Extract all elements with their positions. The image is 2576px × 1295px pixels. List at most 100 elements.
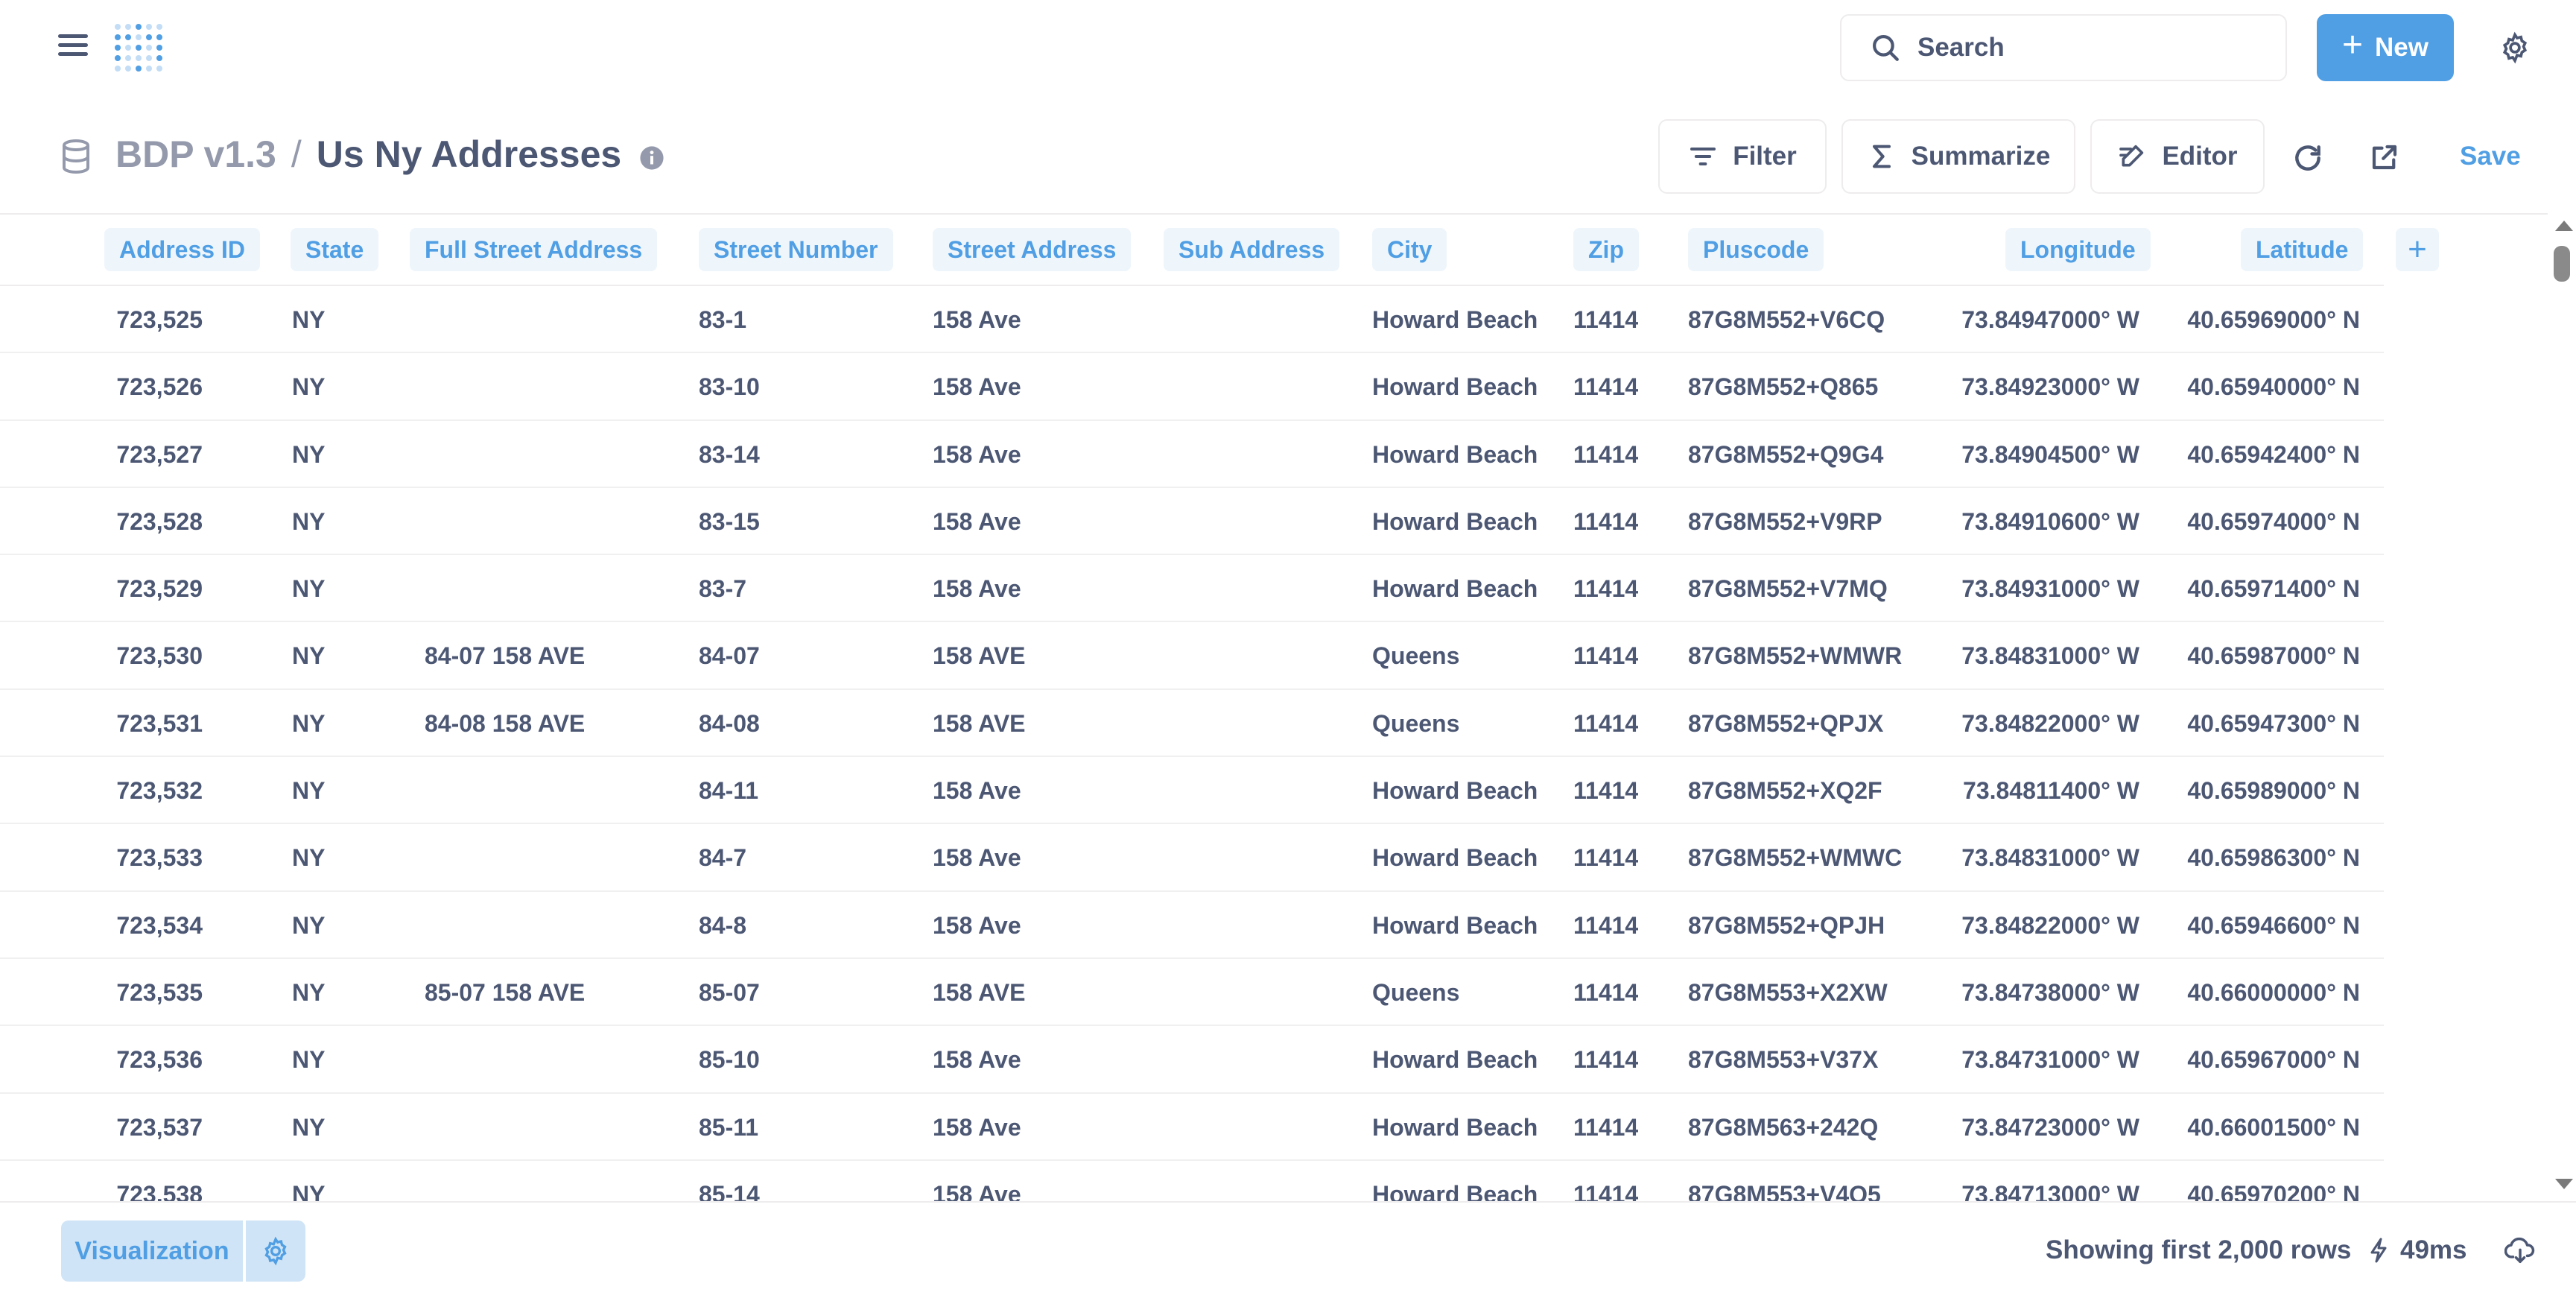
cell-zip[interactable]: 11414 — [1573, 824, 1638, 891]
cell-longitude[interactable]: 73.84831000° W — [1961, 622, 2139, 689]
cell-street-address[interactable]: 158 AVE — [933, 959, 1026, 1026]
cell-full-street-address[interactable]: 84-08 158 AVE — [425, 690, 585, 757]
cell-address-id[interactable]: 723,528 — [116, 488, 203, 555]
cell-address-id[interactable]: 723,537 — [116, 1094, 203, 1161]
cell-longitude[interactable]: 73.84931000° W — [1961, 555, 2139, 622]
cell-address-id[interactable]: 723,532 — [116, 757, 203, 824]
cell-zip[interactable]: 11414 — [1573, 622, 1638, 689]
cell-longitude[interactable]: 73.84947000° W — [1961, 286, 2139, 353]
cell-longitude[interactable]: 73.84723000° W — [1961, 1094, 2139, 1161]
filter-button[interactable]: Filter — [1658, 119, 1827, 194]
cell-street-address[interactable]: 158 Ave — [933, 1026, 1021, 1093]
cell-street-address[interactable]: 158 AVE — [933, 690, 1026, 757]
cell-city[interactable]: Howard Beach — [1372, 892, 1538, 959]
cell-latitude[interactable]: 40.65969000° N — [2187, 286, 2360, 353]
metabase-logo[interactable] — [112, 21, 165, 75]
cell-latitude[interactable]: 40.65970200° N — [2187, 1161, 2360, 1201]
cell-latitude[interactable]: 40.65940000° N — [2187, 353, 2360, 420]
cell-street-number[interactable]: 84-8 — [699, 892, 746, 959]
download-icon[interactable] — [2504, 1237, 2536, 1265]
cell-address-id[interactable]: 723,526 — [116, 353, 203, 420]
cell-address-id[interactable]: 723,533 — [116, 824, 203, 891]
cell-latitude[interactable]: 40.65946600° N — [2187, 892, 2360, 959]
cell-street-address[interactable]: 158 Ave — [933, 421, 1021, 488]
cell-latitude[interactable]: 40.65986300° N — [2187, 824, 2360, 891]
table-row[interactable]: 723,536 NY 85-10 158 Ave Howard Beach 11414 87… — [0, 1026, 2384, 1094]
cell-state[interactable]: NY — [292, 892, 325, 959]
cell-latitude[interactable]: 40.65989000° N — [2187, 757, 2360, 824]
table-row[interactable]: 723,533 NY 84-7 158 Ave Howard Beach 11414 87G… — [0, 824, 2384, 892]
scroll-thumb[interactable] — [2554, 246, 2570, 282]
table-row[interactable]: 723,525 NY 83-1 158 Ave Howard Beach 11414 87G… — [0, 286, 2384, 354]
cell-address-id[interactable]: 723,527 — [116, 421, 203, 488]
cell-street-number[interactable]: 85-11 — [699, 1094, 758, 1161]
cell-street-number[interactable]: 84-07 — [699, 622, 760, 689]
column-header-state[interactable]: State — [291, 228, 379, 271]
breadcrumb-database[interactable]: BDP v1.3 — [115, 133, 276, 176]
cell-street-address[interactable]: 158 Ave — [933, 286, 1021, 353]
cell-latitude[interactable]: 40.65971400° N — [2187, 555, 2360, 622]
cell-street-number[interactable]: 83-1 — [699, 286, 746, 353]
column-header-zip[interactable]: Zip — [1573, 228, 1639, 271]
editor-button[interactable]: Editor — [2090, 119, 2265, 194]
cell-longitude[interactable]: 73.84923000° W — [1961, 353, 2139, 420]
cell-zip[interactable]: 11414 — [1573, 488, 1638, 555]
cell-pluscode[interactable]: 87G8M553+V37X — [1688, 1026, 1878, 1093]
cell-longitude[interactable]: 73.84731000° W — [1961, 1026, 2139, 1093]
cell-pluscode[interactable]: 87G8M552+V7MQ — [1688, 555, 1888, 622]
cell-pluscode[interactable]: 87G8M552+QPJX — [1688, 690, 1883, 757]
cell-zip[interactable]: 11414 — [1573, 892, 1638, 959]
cell-street-number[interactable]: 83-14 — [699, 421, 760, 488]
refresh-icon[interactable] — [2291, 142, 2324, 174]
cell-street-number[interactable]: 85-07 — [699, 959, 760, 1026]
cell-pluscode[interactable]: 87G8M552+Q9G4 — [1688, 421, 1883, 488]
cell-street-address[interactable]: 158 Ave — [933, 488, 1021, 555]
cell-pluscode[interactable]: 87G8M553+X2XW — [1688, 959, 1888, 1026]
cell-city[interactable]: Howard Beach — [1372, 353, 1538, 420]
cell-state[interactable]: NY — [292, 622, 325, 689]
cell-pluscode[interactable]: 87G8M552+Q865 — [1688, 353, 1878, 420]
cell-state[interactable]: NY — [292, 824, 325, 891]
table-row[interactable]: 723,532 NY 84-11 158 Ave Howard Beach 11414 87… — [0, 757, 2384, 825]
cell-state[interactable]: NY — [292, 757, 325, 824]
new-button[interactable]: + New — [2317, 14, 2454, 81]
cell-full-street-address[interactable]: 85-07 158 AVE — [425, 959, 585, 1026]
column-header-address-id[interactable]: Address ID — [104, 228, 260, 271]
cell-zip[interactable]: 11414 — [1573, 421, 1638, 488]
table-row[interactable]: 723,528 NY 83-15 158 Ave Howard Beach 11414 87… — [0, 488, 2384, 556]
cell-address-id[interactable]: 723,529 — [116, 555, 203, 622]
info-icon[interactable] — [639, 145, 664, 171]
table-row[interactable]: 723,537 NY 85-11 158 Ave Howard Beach 11414 87… — [0, 1094, 2384, 1161]
column-header-street-address[interactable]: Street Address — [933, 228, 1132, 271]
cell-longitude[interactable]: 73.84904500° W — [1961, 421, 2139, 488]
cell-street-address[interactable]: 158 Ave — [933, 757, 1021, 824]
cell-longitude[interactable]: 73.84811400° W — [1963, 757, 2139, 824]
cell-city[interactable]: Howard Beach — [1372, 1026, 1538, 1093]
column-header-pluscode[interactable]: Pluscode — [1688, 228, 1824, 271]
search-input[interactable]: Search — [1840, 14, 2287, 81]
cell-city[interactable]: Howard Beach — [1372, 286, 1538, 353]
cell-street-address[interactable]: 158 AVE — [933, 622, 1026, 689]
cell-state[interactable]: NY — [292, 959, 325, 1026]
cell-zip[interactable]: 11414 — [1573, 286, 1638, 353]
cell-latitude[interactable]: 40.66000000° N — [2187, 959, 2360, 1026]
cell-longitude[interactable]: 73.84822000° W — [1961, 892, 2139, 959]
table-row[interactable]: 723,530 NY 84-07 158 AVE 84-07 158 AVE Queens… — [0, 622, 2384, 690]
cell-city[interactable]: Howard Beach — [1372, 421, 1538, 488]
cell-state[interactable]: NY — [292, 1161, 325, 1201]
cell-street-number[interactable]: 85-14 — [699, 1161, 760, 1201]
cell-zip[interactable]: 11414 — [1573, 1161, 1638, 1201]
cell-zip[interactable]: 11414 — [1573, 757, 1638, 824]
column-header-city[interactable]: City — [1372, 228, 1447, 271]
table-row[interactable]: 723,538 NY 85-14 158 Ave Howard Beach 11414 87… — [0, 1161, 2384, 1201]
scroll-down-arrow[interactable] — [2555, 1179, 2573, 1189]
cell-latitude[interactable]: 40.65947300° N — [2187, 690, 2360, 757]
table-row[interactable]: 723,531 NY 84-08 158 AVE 84-08 158 AVE Queens… — [0, 690, 2384, 758]
table-row[interactable]: 723,529 NY 83-7 158 Ave Howard Beach 11414 87G… — [0, 555, 2384, 623]
cell-address-id[interactable]: 723,536 — [116, 1026, 203, 1093]
cell-street-address[interactable]: 158 Ave — [933, 1161, 1021, 1201]
cell-address-id[interactable]: 723,531 — [116, 690, 203, 757]
cell-city[interactable]: Howard Beach — [1372, 824, 1538, 891]
cell-city[interactable]: Howard Beach — [1372, 1161, 1538, 1201]
cell-address-id[interactable]: 723,530 — [116, 622, 203, 689]
